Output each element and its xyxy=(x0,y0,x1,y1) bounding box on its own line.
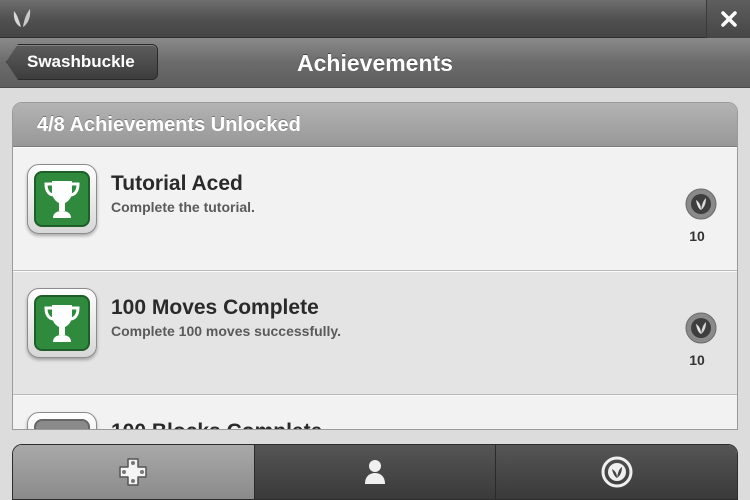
achievement-title: Tutorial Aced xyxy=(111,172,243,195)
tab-games[interactable] xyxy=(13,445,254,499)
trophy-icon xyxy=(44,305,80,342)
trophy-icon xyxy=(44,181,80,218)
achievement-badge xyxy=(27,164,97,234)
back-button[interactable]: Swashbuckle xyxy=(6,44,158,80)
achievement-description: Complete 100 moves successfully. xyxy=(111,323,342,339)
achievements-panel: 4/8 Achievements Unlocked Tutorial Aced … xyxy=(12,102,738,430)
points-icon xyxy=(685,188,717,220)
trophy-icon xyxy=(42,425,82,430)
achievement-row[interactable]: 100 Blocks Complete xyxy=(13,395,737,430)
close-icon xyxy=(720,11,737,27)
close-button[interactable] xyxy=(706,0,750,38)
achievement-check-icon xyxy=(601,456,633,488)
achievement-description: Complete the tutorial. xyxy=(111,199,255,215)
achievement-points: 10 xyxy=(689,352,705,368)
achievement-row[interactable]: 100 Moves Complete Complete 100 moves su… xyxy=(13,271,737,395)
gamepad-icon xyxy=(119,458,148,486)
achievement-title: 100 Moves Complete xyxy=(111,296,319,319)
tab-achievements[interactable] xyxy=(495,445,737,499)
achievement-badge xyxy=(27,412,97,430)
navigation-bar: Achievements Swashbuckle xyxy=(0,38,750,88)
achievement-badge xyxy=(27,288,97,358)
tab-bar xyxy=(12,444,738,500)
back-button-label: Swashbuckle xyxy=(27,52,135,71)
tab-profile[interactable] xyxy=(253,445,496,499)
achievements-count-header: 4/8 Achievements Unlocked xyxy=(13,103,737,147)
top-bar xyxy=(0,0,750,38)
leaf-logo-icon xyxy=(13,9,31,27)
achievement-title: 100 Blocks Complete xyxy=(111,420,322,429)
achievement-row[interactable]: Tutorial Aced Complete the tutorial. 10 xyxy=(13,147,737,271)
person-icon xyxy=(365,460,385,484)
points-icon xyxy=(685,312,717,344)
achievement-points: 10 xyxy=(689,228,705,244)
